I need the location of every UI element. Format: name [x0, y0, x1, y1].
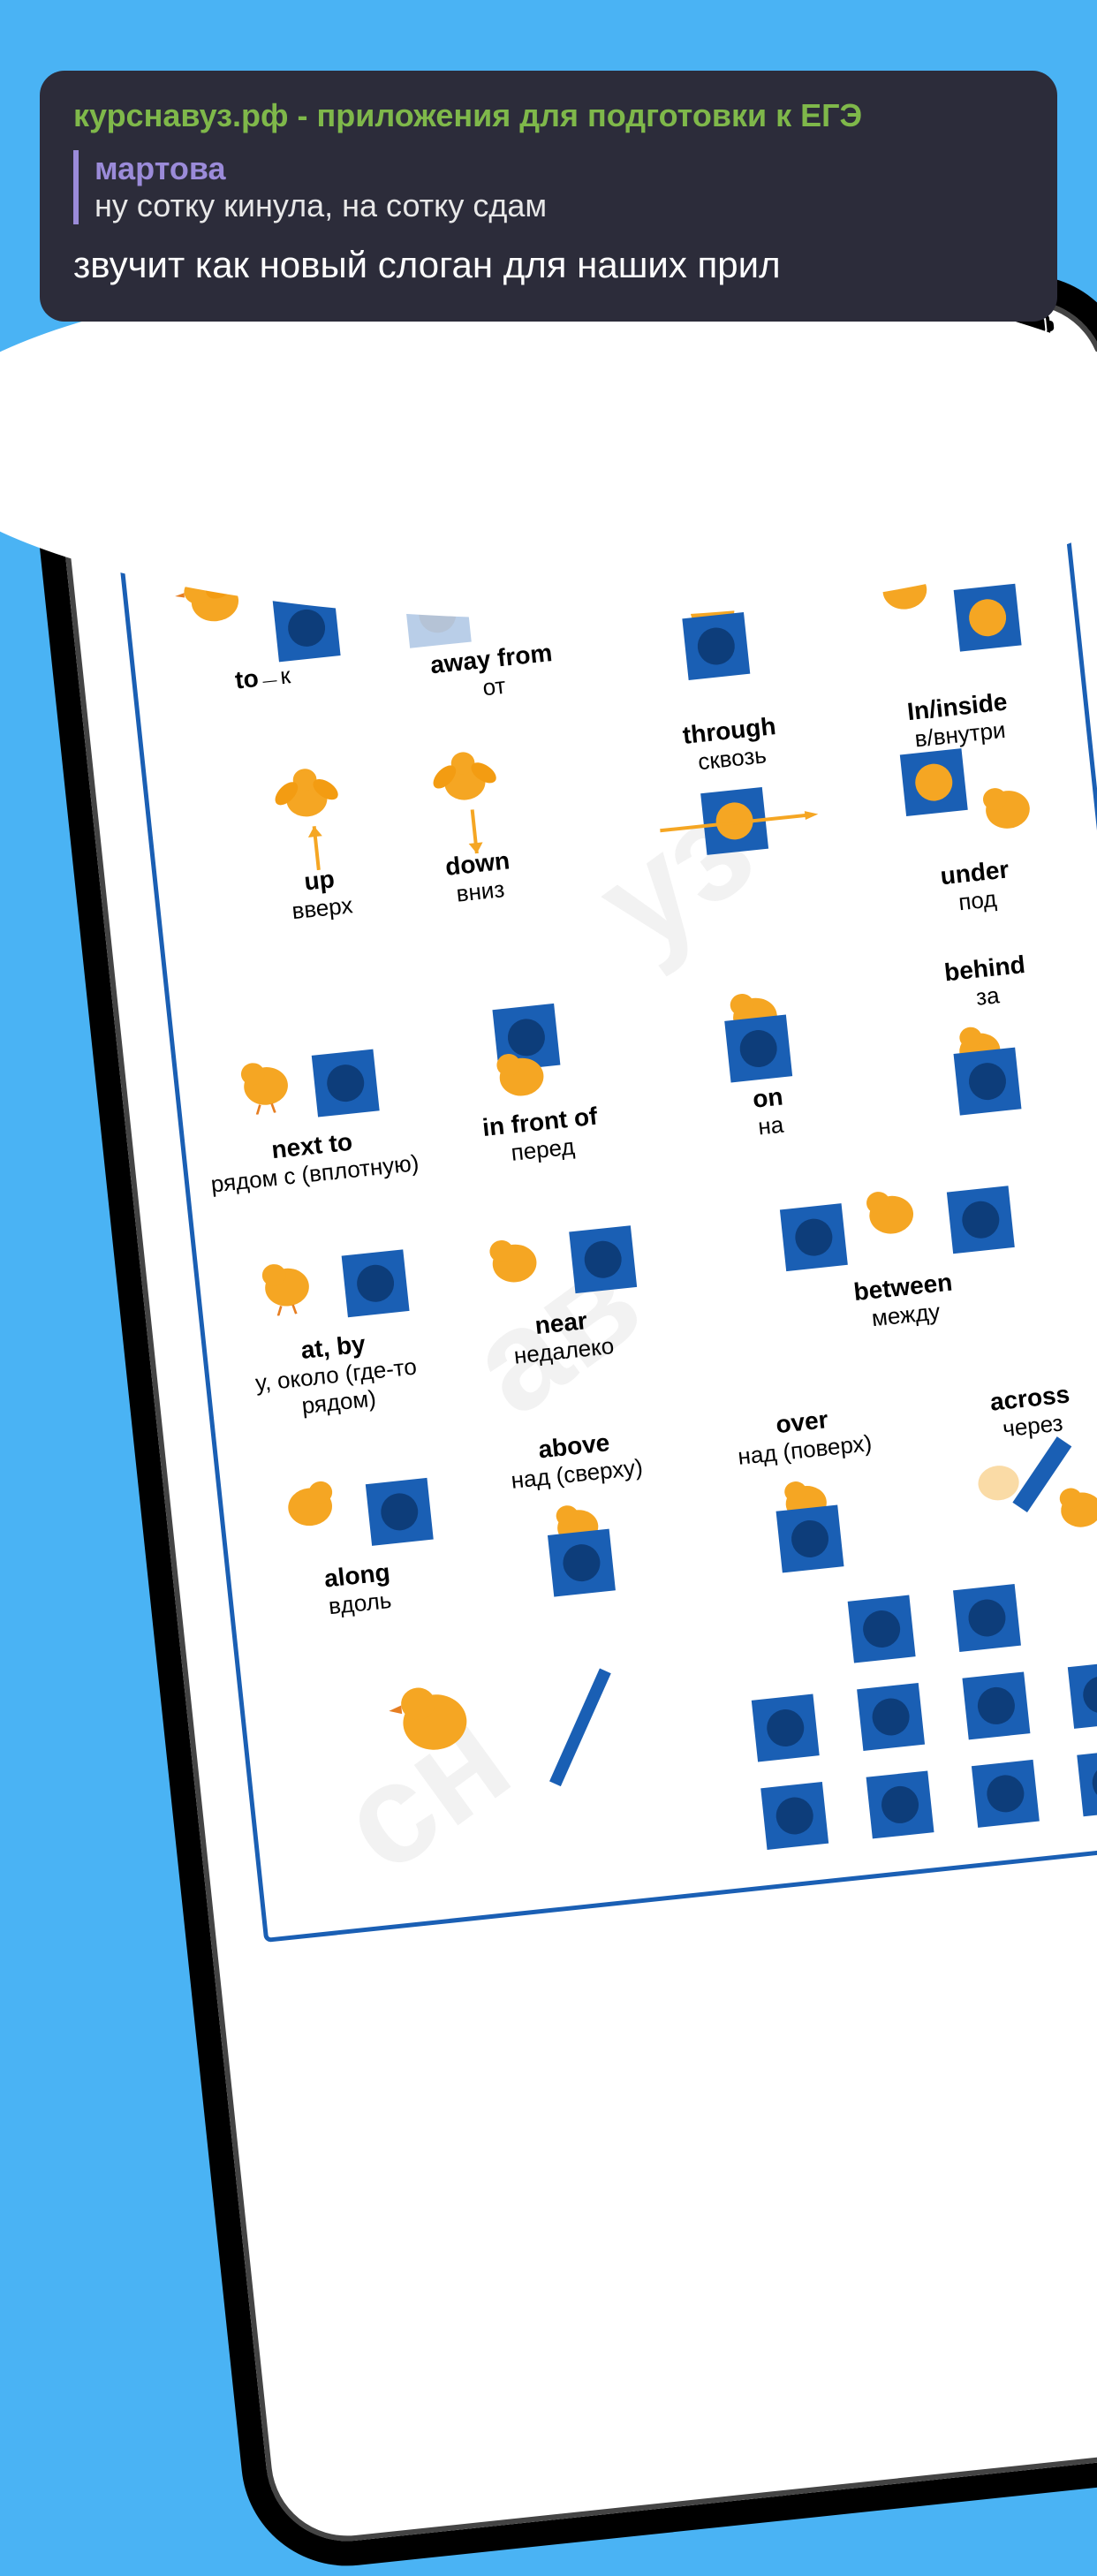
- boxes-pyramid: [712, 1569, 1097, 1853]
- prep-over: over над (поверх): [691, 1391, 927, 1580]
- phone-screen[interactable]: Предлоги места и направления (пространст…: [95, 375, 1097, 2508]
- prep-on: on на: [645, 962, 881, 1151]
- prepositions-grid: to — к away from от into в: [140, 475, 1097, 1901]
- reply-block: мартова ну сотку кинула, на сотку сдам: [73, 150, 1024, 224]
- prep-next-to: next to рядом с (вплотную): [189, 1010, 426, 1199]
- prep-behind: behind за: [874, 938, 1097, 1127]
- message-bubble: курснавуз.рф - приложения для подготовки…: [40, 71, 1057, 322]
- prep-near: near недалеко: [438, 1187, 677, 1404]
- prep-across: across через: [919, 1368, 1097, 1557]
- prep-through: through сквозь: [617, 701, 860, 951]
- channel-title: курснавуз.рф - приложения для подготовки…: [73, 97, 1024, 134]
- prep-along: along вдоль: [234, 1440, 471, 1629]
- reply-author: мартова: [95, 150, 1024, 187]
- prep-at-by: at, by у, около (где-то рядом): [210, 1211, 450, 1428]
- prep-above: above над (сверху): [463, 1415, 700, 1604]
- prep-up-down: up вверх down вниз: [162, 724, 632, 998]
- prep-in-front-of: in front of перед: [417, 986, 654, 1175]
- message-text: звучит как новый слоган для наших прил: [73, 244, 1024, 286]
- prep-under-inside: In/inside в/внутри under под: [845, 676, 1088, 926]
- prep-between: between между: [666, 1140, 1097, 1380]
- prepositions-chart: Предлоги места и направления (пространст…: [112, 394, 1097, 1943]
- bottom-illustration: [255, 1617, 727, 1901]
- reply-text: ну сотку кинула, на сотку сдам: [95, 187, 1024, 224]
